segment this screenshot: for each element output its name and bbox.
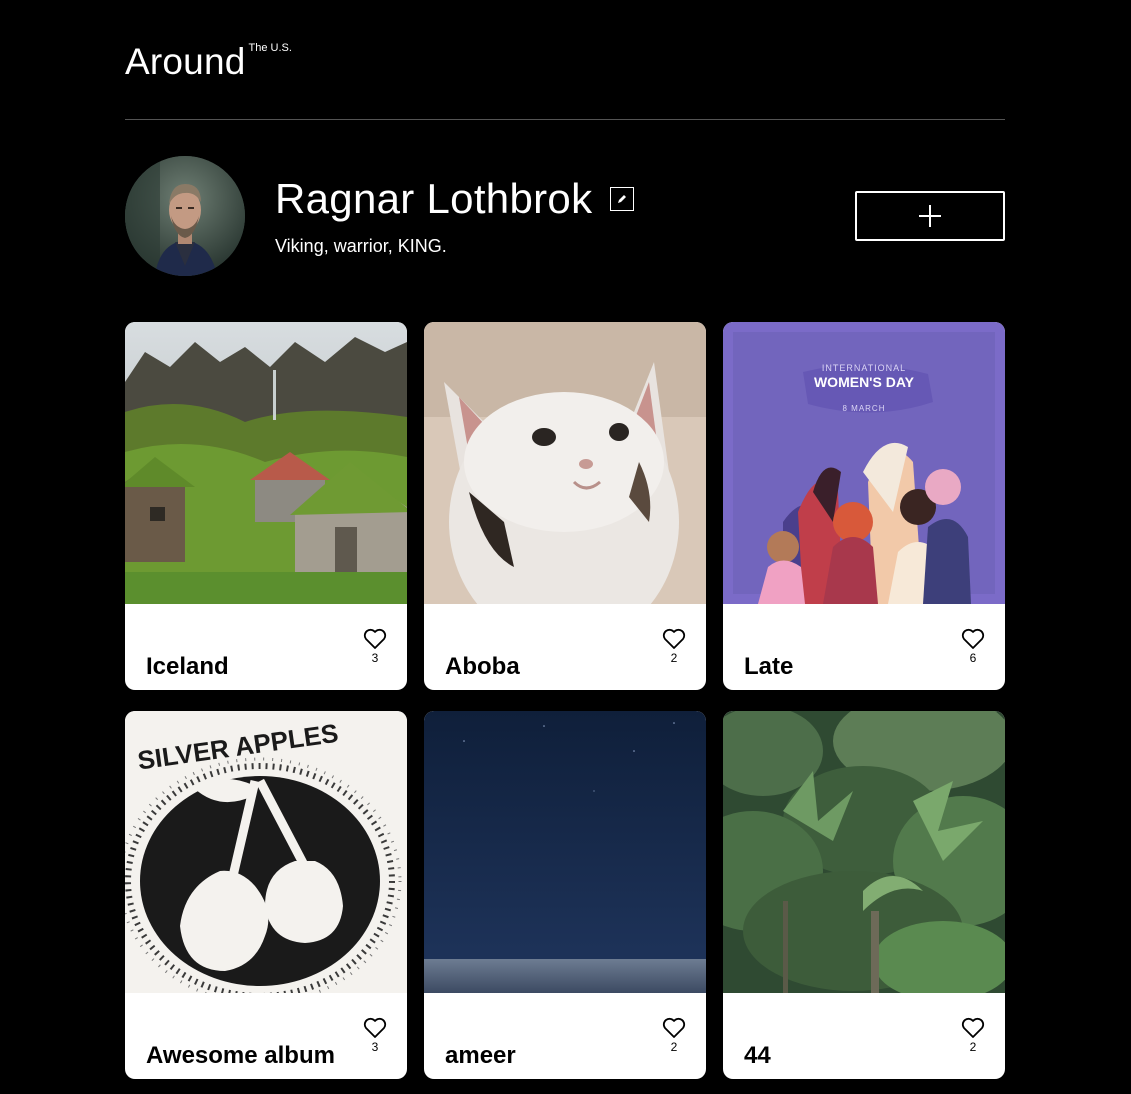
plus-icon — [919, 205, 941, 227]
heart-icon — [662, 628, 686, 649]
edit-profile-button[interactable] — [610, 187, 635, 211]
heart-icon — [961, 1017, 985, 1038]
like-button[interactable] — [662, 1017, 686, 1039]
card-footer: Awesome album 3 — [125, 993, 407, 1079]
like-button[interactable] — [662, 628, 686, 650]
card: INTERNATIONAL WOMEN'S DAY 8 MARCH Late 6 — [723, 322, 1005, 690]
like-count: 2 — [670, 1040, 678, 1054]
card-footer: ameer 2 — [424, 993, 706, 1079]
card: 44 2 — [723, 711, 1005, 1079]
card-footer: Aboba 2 — [424, 604, 706, 690]
like-group: 3 — [363, 628, 387, 665]
card-image-late[interactable]: INTERNATIONAL WOMEN'S DAY 8 MARCH — [723, 322, 1005, 604]
like-count: 2 — [670, 651, 678, 665]
card-title: Awesome album — [146, 1041, 335, 1069]
logo-text: Around — [125, 41, 246, 82]
like-count: 3 — [371, 1040, 379, 1054]
profile-name-row: Ragnar Lothbrok — [275, 175, 635, 223]
card: ameer 2 — [424, 711, 706, 1079]
poster-line1: INTERNATIONAL — [822, 363, 906, 373]
header: Around The U.S. — [125, 0, 1005, 120]
like-count: 2 — [969, 1040, 977, 1054]
avatar[interactable] — [125, 156, 245, 276]
like-group: 2 — [961, 1017, 985, 1054]
like-group: 2 — [662, 1017, 686, 1054]
card: Aboba 2 — [424, 322, 706, 690]
profile: Ragnar Lothbrok Viking, warrior, KING. — [125, 120, 1005, 322]
profile-name: Ragnar Lothbrok — [275, 175, 593, 222]
card: Iceland 3 — [125, 322, 407, 690]
logo[interactable]: Around The U.S. — [125, 42, 292, 82]
pencil-icon — [618, 195, 627, 203]
card-image-44[interactable] — [723, 711, 1005, 993]
like-button[interactable] — [961, 1017, 985, 1039]
card-image-iceland[interactable] — [125, 322, 407, 604]
heart-icon — [363, 628, 387, 649]
like-group: 6 — [961, 628, 985, 665]
heart-icon — [363, 1017, 387, 1038]
like-count: 3 — [371, 651, 379, 665]
like-button[interactable] — [961, 628, 985, 650]
card-footer: 44 2 — [723, 993, 1005, 1079]
heart-icon — [662, 1017, 686, 1038]
like-count: 6 — [969, 651, 977, 665]
like-group: 2 — [662, 628, 686, 665]
card-image-ameer[interactable] — [424, 711, 706, 993]
avatar-image — [125, 156, 245, 276]
card-footer: Iceland 3 — [125, 604, 407, 690]
card: SILVER APPLES Awesome album 3 — [125, 711, 407, 1079]
logo-superscript: The U.S. — [248, 42, 292, 54]
card-title: Iceland — [146, 652, 229, 680]
add-card-button[interactable] — [855, 191, 1005, 241]
card-title: 44 — [744, 1041, 771, 1069]
cards-grid: Iceland 3 Aboba 2 INTERNATIONAL WOMEN'S … — [125, 322, 1005, 1079]
like-group: 3 — [363, 1017, 387, 1054]
profile-info: Ragnar Lothbrok Viking, warrior, KING. — [275, 175, 635, 257]
card-image-aboba[interactable] — [424, 322, 706, 604]
card-footer: Late 6 — [723, 604, 1005, 690]
like-button[interactable] — [363, 628, 387, 650]
card-title: Late — [744, 652, 794, 680]
card-image-awesome-album[interactable]: SILVER APPLES — [125, 711, 407, 993]
like-button[interactable] — [363, 1017, 387, 1039]
profile-about: Viking, warrior, KING. — [275, 236, 447, 256]
heart-icon — [961, 628, 985, 649]
poster-line3: 8 MARCH — [842, 404, 885, 413]
page: Around The U.S. Ragnar Lothbrok Viking, … — [125, 0, 1005, 1079]
poster-line2: WOMEN'S DAY — [814, 374, 915, 390]
card-title: ameer — [445, 1041, 516, 1069]
card-title: Aboba — [445, 652, 520, 680]
